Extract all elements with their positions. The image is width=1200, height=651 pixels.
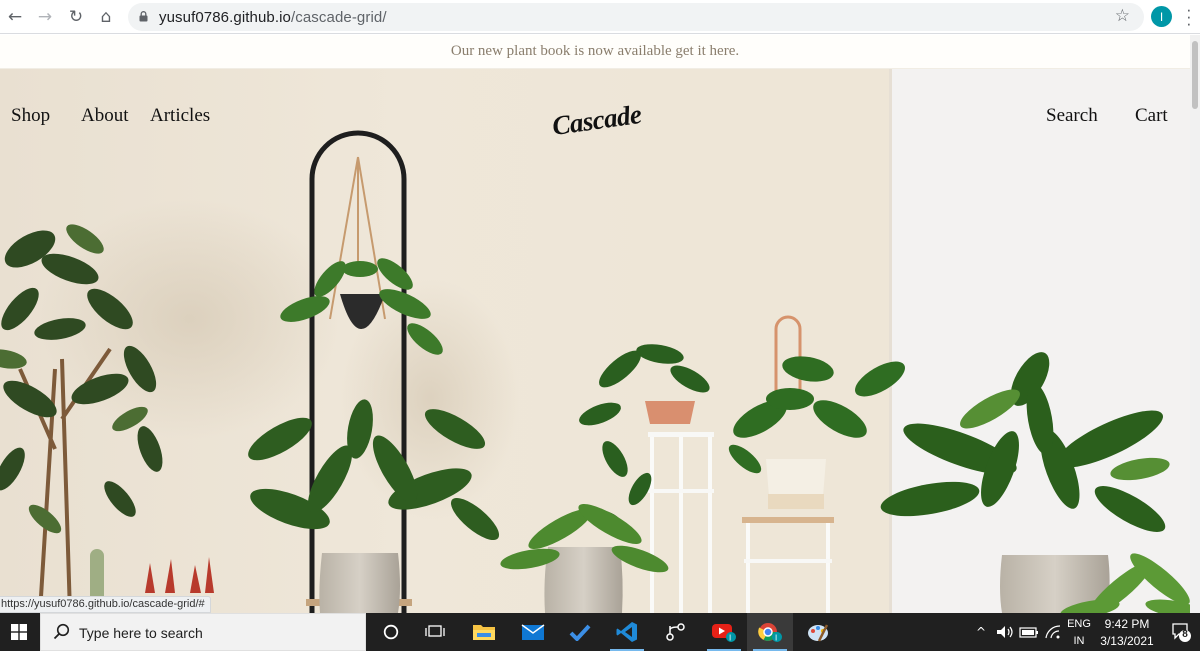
- file-explorer-icon[interactable]: [461, 613, 507, 651]
- announcement-bar[interactable]: Our new plant book is now available get …: [0, 35, 1190, 69]
- site-header: Shop About Articles Cascade Search Cart: [0, 69, 1190, 141]
- address-bar[interactable]: yusuf0786.github.io/cascade-grid/ ☆: [128, 3, 1144, 31]
- back-arrow-icon[interactable]: ←: [3, 5, 27, 29]
- task-view-icon[interactable]: [412, 613, 458, 651]
- search-placeholder: Type here to search: [79, 625, 203, 641]
- cortana-icon[interactable]: [368, 613, 414, 651]
- language-code: ENG: [1067, 618, 1091, 630]
- youtube-icon[interactable]: I: [701, 613, 747, 651]
- nav-articles-link[interactable]: Articles: [150, 105, 210, 127]
- taskbar-clock[interactable]: 9:42 PM 3/13/2021: [1092, 616, 1162, 650]
- clock-time: 9:42 PM: [1104, 617, 1150, 631]
- paint-icon[interactable]: [795, 613, 841, 651]
- taskbar-search-box[interactable]: Type here to search: [40, 613, 366, 651]
- nav-shop-link[interactable]: Shop: [11, 105, 50, 127]
- svg-text:I: I: [775, 634, 777, 643]
- mail-icon[interactable]: [510, 613, 556, 651]
- nav-cart-link[interactable]: Cart: [1135, 105, 1168, 127]
- plants-illustration: [0, 69, 1190, 613]
- home-icon[interactable]: ⌂: [94, 5, 118, 29]
- link-status-bubble: https://yusuf0786.github.io/cascade-grid…: [0, 596, 211, 613]
- nav-search-link[interactable]: Search: [1046, 105, 1098, 127]
- url-path: /cascade-grid/: [291, 9, 387, 26]
- battery-icon[interactable]: [1018, 613, 1040, 651]
- url-text[interactable]: yusuf0786.github.io/cascade-grid/: [159, 9, 387, 26]
- input-language[interactable]: ENG IN: [1064, 616, 1094, 650]
- page-scrollbar[interactable]: [1190, 35, 1200, 613]
- windows-taskbar: Type here to search I I ^ ENG IN 9:42 PM…: [0, 613, 1200, 651]
- forward-arrow-icon[interactable]: →: [33, 5, 57, 29]
- kebab-menu-icon[interactable]: · · ·: [1186, 1, 1192, 32]
- browser-toolbar: ← → ↻ ⌂ yusuf0786.github.io/cascade-grid…: [0, 0, 1200, 34]
- chevron-up-icon[interactable]: ^: [972, 613, 990, 651]
- wifi-icon[interactable]: [1042, 613, 1064, 651]
- windows-start-icon[interactable]: [0, 613, 38, 651]
- nav-about-link[interactable]: About: [81, 105, 129, 127]
- lock-icon: [139, 11, 148, 22]
- todo-icon[interactable]: [557, 613, 603, 651]
- notification-center-icon[interactable]: 8: [1170, 621, 1192, 643]
- profile-avatar[interactable]: I: [1151, 6, 1172, 27]
- web-page: Our new plant book is now available get …: [0, 35, 1200, 613]
- region-code: IN: [1073, 635, 1085, 647]
- volume-icon[interactable]: [994, 613, 1016, 651]
- reload-icon[interactable]: ↻: [64, 5, 88, 29]
- git-icon[interactable]: [652, 613, 698, 651]
- chrome-icon[interactable]: I: [747, 613, 793, 651]
- hero-image: [0, 69, 1190, 613]
- notification-count: 8: [1182, 629, 1188, 640]
- clock-date: 3/13/2021: [1100, 634, 1154, 648]
- svg-text:I: I: [729, 634, 731, 643]
- search-icon: [53, 623, 70, 640]
- scrollbar-thumb[interactable]: [1192, 41, 1198, 109]
- url-host: yusuf0786.github.io: [159, 9, 291, 26]
- star-icon[interactable]: ☆: [1115, 6, 1130, 26]
- vscode-icon[interactable]: [604, 613, 650, 651]
